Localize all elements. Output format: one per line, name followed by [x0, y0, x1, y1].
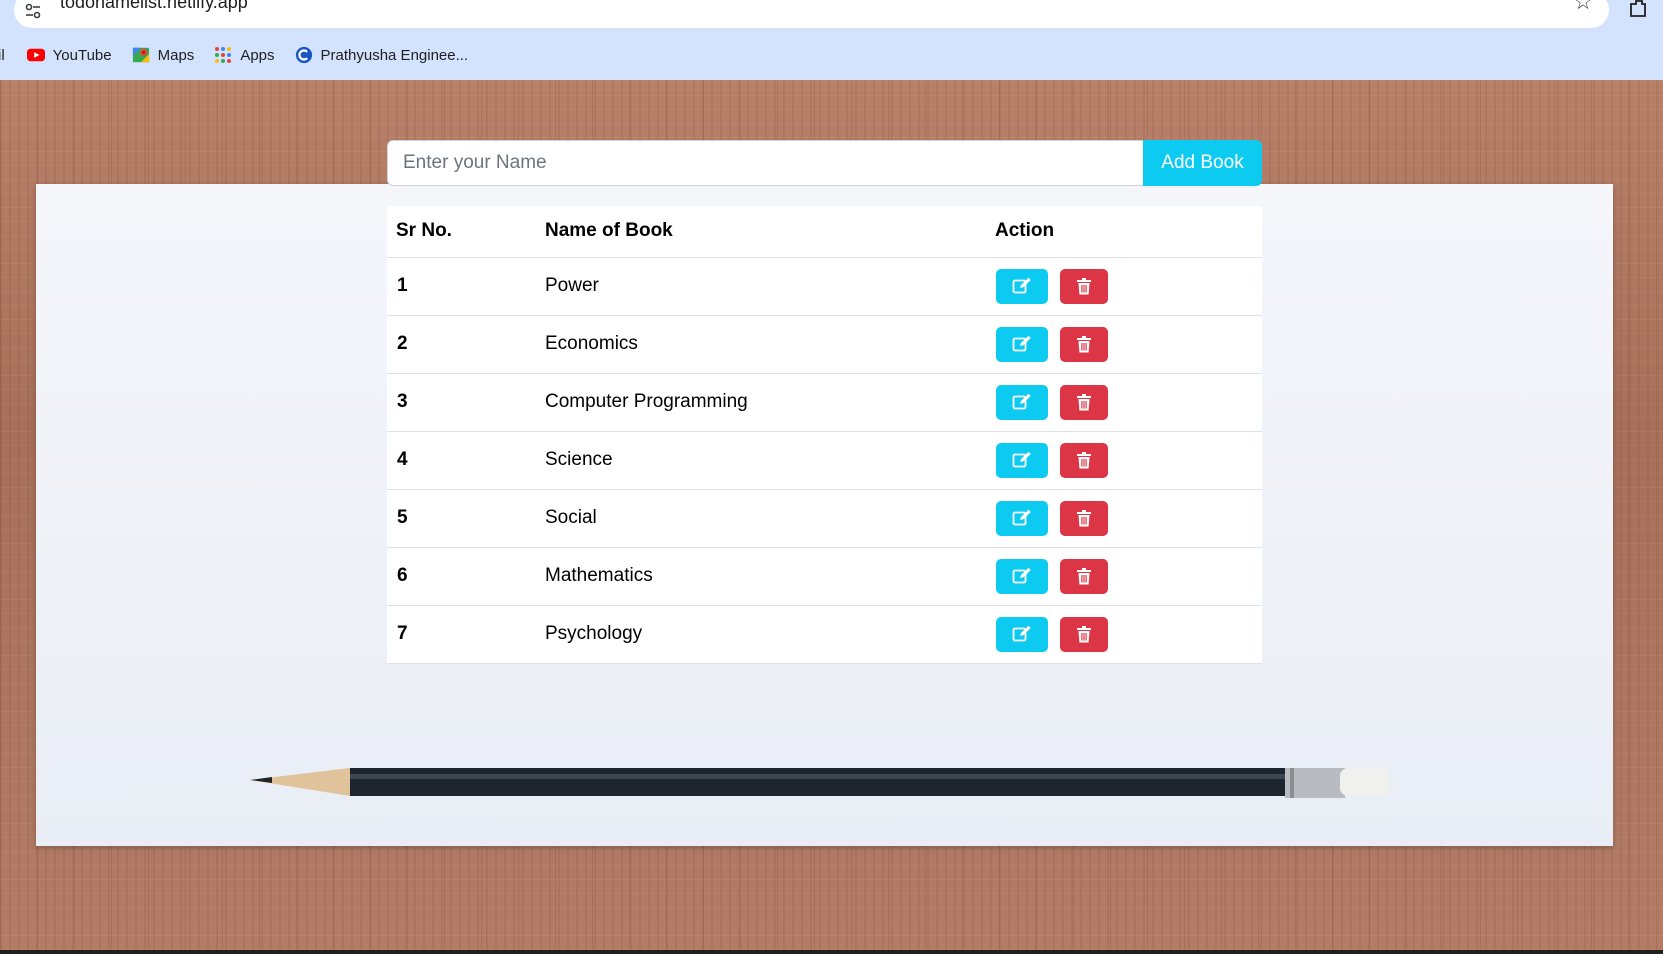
trash-icon [1077, 393, 1091, 410]
row-actions [986, 431, 1262, 490]
edit-icon [1012, 335, 1031, 352]
row-book-name: Computer Programming [536, 373, 986, 432]
table-header-row: Sr No. Name of Book Action [387, 206, 1262, 258]
delete-button[interactable] [1060, 384, 1108, 420]
row-actions [986, 547, 1262, 606]
youtube-icon [26, 48, 45, 62]
row-actions [986, 315, 1262, 374]
header-sr-no: Sr No. [387, 206, 536, 258]
table-row: 4 Science [387, 431, 1262, 490]
trash-icon [1077, 567, 1091, 584]
edit-icon [1012, 277, 1031, 294]
edit-icon [1012, 509, 1031, 526]
edit-icon [1012, 625, 1031, 642]
books-table: Sr No. Name of Book Action 1 Power 2 Eco… [387, 206, 1262, 664]
trash-icon [1077, 509, 1091, 526]
maps-icon [132, 47, 149, 63]
edit-button[interactable] [996, 268, 1048, 304]
trash-icon [1077, 625, 1091, 642]
bookmark-apps[interactable]: Apps [214, 46, 275, 64]
row-book-name: Psychology [536, 605, 986, 664]
add-book-form: Add Book [387, 140, 1262, 186]
row-sr-no: 3 [387, 373, 536, 432]
extensions-icon[interactable] [1627, 0, 1651, 20]
delete-button[interactable] [1060, 500, 1108, 536]
table-row: 3 Computer Programming [387, 373, 1262, 432]
bookmark-star-icon[interactable]: ☆ [1573, 0, 1593, 14]
edit-button[interactable] [996, 558, 1048, 594]
delete-button[interactable] [1060, 326, 1108, 362]
trash-icon [1077, 277, 1091, 294]
edit-button[interactable] [996, 384, 1048, 420]
table-row: 1 Power [387, 257, 1262, 316]
book-name-input[interactable] [387, 140, 1143, 186]
add-book-button[interactable]: Add Book [1143, 140, 1262, 186]
edit-button[interactable] [996, 616, 1048, 652]
bookmark-prathyusha[interactable]: Prathyusha Enginee... [295, 46, 468, 64]
row-book-name: Social [536, 489, 986, 548]
delete-button[interactable] [1060, 558, 1108, 594]
row-actions [986, 605, 1262, 664]
site-settings-icon[interactable] [22, 0, 44, 22]
header-name-of-book: Name of Book [536, 206, 986, 258]
bookmark-gmail[interactable]: il [0, 47, 5, 64]
table-row: 2 Economics [387, 315, 1262, 374]
edit-button[interactable] [996, 442, 1048, 478]
edit-button[interactable] [996, 326, 1048, 362]
row-actions [986, 257, 1262, 316]
delete-button[interactable] [1060, 442, 1108, 478]
row-sr-no: 4 [387, 431, 536, 490]
row-book-name: Power [536, 257, 986, 316]
row-book-name: Mathematics [536, 547, 986, 606]
delete-button[interactable] [1060, 616, 1108, 652]
delete-button[interactable] [1060, 268, 1108, 304]
pencil-illustration [250, 768, 1390, 798]
row-sr-no: 5 [387, 489, 536, 548]
row-book-name: Economics [536, 315, 986, 374]
row-sr-no: 7 [387, 605, 536, 664]
table-row: 5 Social [387, 489, 1262, 548]
row-actions [986, 373, 1262, 432]
edit-icon [1012, 451, 1031, 468]
taskbar-edge [0, 950, 1663, 954]
row-actions [986, 489, 1262, 548]
address-bar[interactable]: todonamelist.netlify.app ☆ [14, 0, 1609, 28]
browser-chrome: todonamelist.netlify.app ☆ il YouTube Ma… [0, 0, 1663, 80]
row-sr-no: 1 [387, 257, 536, 316]
bookmark-maps[interactable]: Maps [132, 46, 194, 64]
apps-grid-icon [215, 47, 232, 63]
url-text[interactable]: todonamelist.netlify.app [60, 0, 248, 12]
row-sr-no: 2 [387, 315, 536, 374]
trash-icon [1077, 451, 1091, 468]
bookmark-youtube[interactable]: YouTube [26, 46, 112, 64]
trash-icon [1077, 335, 1091, 352]
college-logo-icon [295, 46, 312, 64]
edit-icon [1012, 393, 1031, 410]
header-action: Action [986, 206, 1262, 258]
bookmarks-bar: il YouTube Maps Apps [0, 44, 488, 66]
row-book-name: Science [536, 431, 986, 490]
table-row: 6 Mathematics [387, 547, 1262, 606]
edit-icon [1012, 567, 1031, 584]
row-sr-no: 6 [387, 547, 536, 606]
edit-button[interactable] [996, 500, 1048, 536]
table-row: 7 Psychology [387, 605, 1262, 664]
page-background: Add Book Sr No. Name of Book Action 1 Po… [0, 80, 1663, 950]
